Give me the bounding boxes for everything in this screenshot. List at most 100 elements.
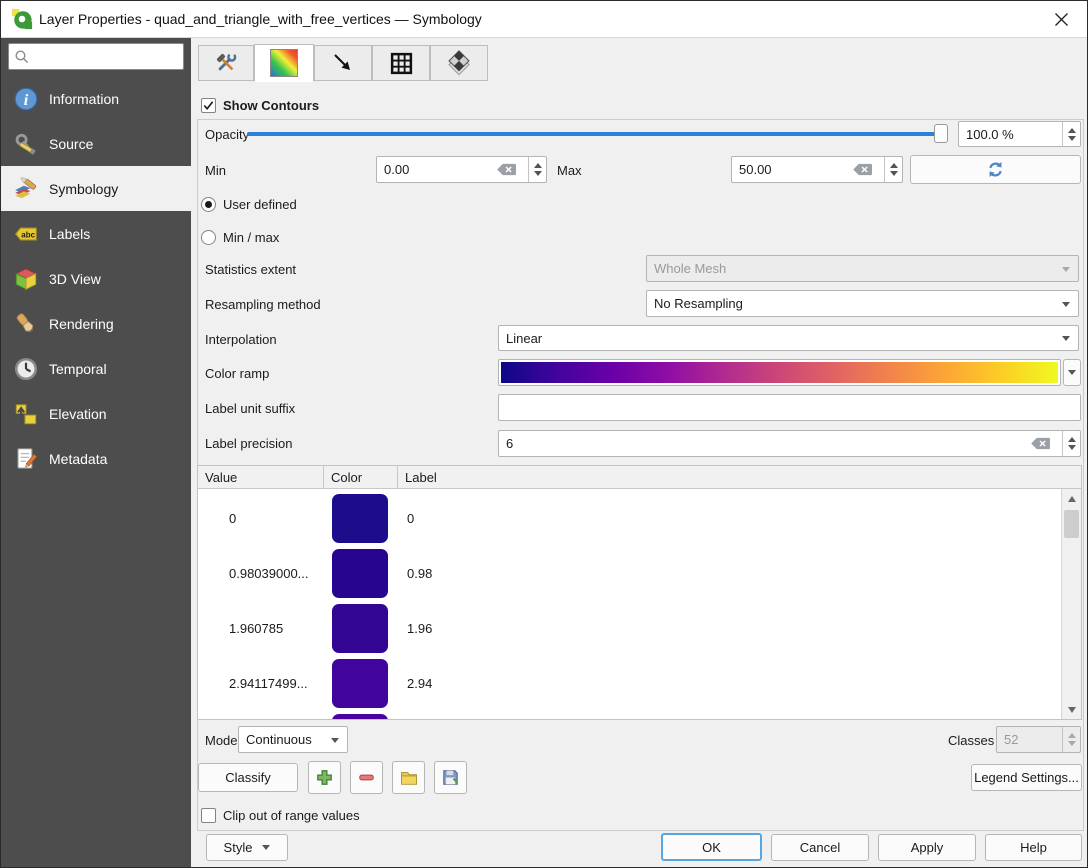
color-swatch[interactable] <box>332 549 388 598</box>
tab-vectors[interactable] <box>314 45 372 81</box>
spin-up-arrow[interactable] <box>890 163 898 168</box>
cell-value[interactable]: 1.960785 <box>229 601 283 656</box>
close-icon <box>1054 12 1069 27</box>
legend-settings-button[interactable]: Legend Settings... <box>971 764 1082 791</box>
cell-label[interactable]: 0.98 <box>407 546 432 601</box>
sidebar-item-information[interactable]: i Information <box>1 76 191 121</box>
table-row[interactable]: 0.98039000... 0.98 <box>198 546 1081 601</box>
opacity-slider-track[interactable] <box>247 132 947 136</box>
spin-up-arrow[interactable] <box>534 163 542 168</box>
column-header-color[interactable]: Color <box>324 466 398 489</box>
label-unit-suffix-input[interactable] <box>498 394 1081 421</box>
scrollbar-thumb[interactable] <box>1064 510 1079 538</box>
apply-button[interactable]: Apply <box>878 834 976 861</box>
general-settings-icon <box>213 50 239 76</box>
opacity-slider-handle[interactable] <box>934 124 948 143</box>
color-ramp-button[interactable] <box>498 359 1061 386</box>
column-header-value[interactable]: Value <box>198 466 324 489</box>
table-scrollbar[interactable] <box>1061 489 1081 719</box>
tab-general-settings[interactable] <box>198 45 254 81</box>
scrollbar-down-arrow[interactable] <box>1062 700 1081 719</box>
clear-field-icon[interactable] <box>1030 437 1051 450</box>
interpolation-combo[interactable]: Linear <box>498 325 1079 351</box>
tab-mesh-frame[interactable] <box>372 45 430 81</box>
cell-value[interactable]: 0.98039000... <box>229 546 309 601</box>
mode-label: Mode <box>205 733 238 748</box>
mode-combo[interactable]: Continuous <box>238 726 348 753</box>
scrollbar-up-arrow[interactable] <box>1062 489 1081 508</box>
color-swatch[interactable] <box>332 659 388 708</box>
cancel-button[interactable]: Cancel <box>771 834 869 861</box>
add-class-button[interactable] <box>308 761 341 794</box>
opacity-spinbox[interactable]: 100.0 % <box>958 121 1081 147</box>
color-swatch[interactable] <box>332 494 388 543</box>
help-button[interactable]: Help <box>985 834 1082 861</box>
table-row[interactable] <box>198 711 1081 719</box>
label-precision-input[interactable]: 6 <box>498 430 1081 457</box>
min-input[interactable]: 0.00 <box>376 156 547 183</box>
interpolation-label: Interpolation <box>205 332 277 347</box>
sidebar-item-symbology[interactable]: Symbology <box>1 166 191 211</box>
spin-up-arrow[interactable] <box>1068 437 1076 442</box>
cell-label[interactable]: 0 <box>407 491 414 546</box>
cell-value[interactable]: 2.94117499... <box>229 656 308 711</box>
metadata-icon <box>13 446 39 472</box>
tab-stacked-mesh-averaging[interactable] <box>430 45 488 81</box>
resampling-method-combo[interactable]: No Resampling <box>646 290 1079 317</box>
table-row[interactable]: 2.94117499... 2.94 <box>198 656 1081 711</box>
sidebar-item-temporal[interactable]: Temporal <box>1 346 191 391</box>
3d-view-icon <box>13 266 39 292</box>
chevron-down-icon <box>1062 302 1070 307</box>
table-row[interactable]: 0 0 <box>198 491 1081 546</box>
color-ramp-menu-button[interactable] <box>1063 359 1081 386</box>
spin-up-arrow[interactable] <box>1068 733 1076 738</box>
cell-label[interactable]: 1.96 <box>407 601 432 656</box>
color-swatch[interactable] <box>332 604 388 653</box>
search-input[interactable] <box>8 43 184 70</box>
spin-down-arrow[interactable] <box>1068 741 1076 746</box>
show-contours-checkbox[interactable] <box>201 98 216 113</box>
stacked-mesh-averaging-icon <box>446 50 472 76</box>
min-max-radio[interactable] <box>201 230 216 245</box>
sidebar-item-metadata[interactable]: Metadata <box>1 436 191 481</box>
reload-min-max-button[interactable] <box>910 155 1081 184</box>
sidebar-item-label: Information <box>49 91 119 107</box>
cell-label[interactable]: 2.94 <box>407 656 432 711</box>
cell-value[interactable]: 0 <box>229 491 236 546</box>
max-value: 50.00 <box>739 162 772 177</box>
load-color-map-button[interactable] <box>392 761 425 794</box>
sidebar-item-elevation[interactable]: Elevation <box>1 391 191 436</box>
classes-spinbox[interactable]: 52 <box>996 726 1081 753</box>
sidebar-item-label: Elevation <box>49 406 107 422</box>
spin-up-arrow[interactable] <box>1068 128 1076 133</box>
user-defined-radio[interactable] <box>201 197 216 212</box>
color-ramp-label: Color ramp <box>205 366 269 381</box>
save-color-map-button[interactable] <box>434 761 467 794</box>
close-button[interactable] <box>1041 1 1081 37</box>
style-button[interactable]: Style <box>206 834 288 861</box>
tab-contours[interactable] <box>254 44 314 82</box>
user-defined-label: User defined <box>223 197 297 212</box>
column-header-label[interactable]: Label <box>398 466 1081 489</box>
sidebar-item-labels[interactable]: abc Labels <box>1 211 191 256</box>
clear-field-icon[interactable] <box>496 163 517 176</box>
ok-button[interactable]: OK <box>661 833 762 861</box>
color-swatch[interactable] <box>332 714 388 719</box>
remove-class-button[interactable] <box>350 761 383 794</box>
table-row[interactable]: 1.960785 1.96 <box>198 601 1081 656</box>
sidebar-item-source[interactable]: Source <box>1 121 191 166</box>
clip-out-of-range-checkbox[interactable] <box>201 808 216 823</box>
sidebar-item-label: Source <box>49 136 93 152</box>
spin-down-arrow[interactable] <box>534 171 542 176</box>
clear-field-icon[interactable] <box>852 163 873 176</box>
spin-down-arrow[interactable] <box>890 171 898 176</box>
sidebar-item-3d-view[interactable]: 3D View <box>1 256 191 301</box>
max-input[interactable]: 50.00 <box>731 156 903 183</box>
temporal-icon <box>13 356 39 382</box>
help-label: Help <box>1020 840 1047 855</box>
spin-down-arrow[interactable] <box>1068 136 1076 141</box>
classify-button[interactable]: Classify <box>198 763 298 792</box>
statistics-extent-combo[interactable]: Whole Mesh <box>646 255 1079 282</box>
sidebar-item-rendering[interactable]: Rendering <box>1 301 191 346</box>
spin-down-arrow[interactable] <box>1068 445 1076 450</box>
